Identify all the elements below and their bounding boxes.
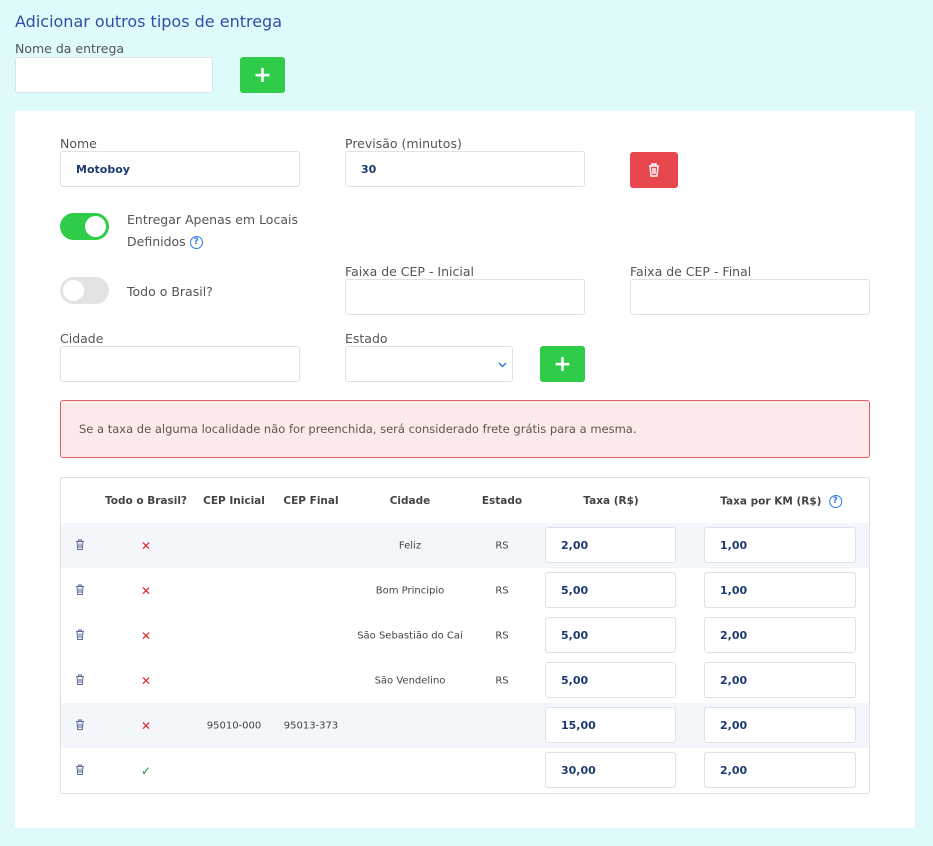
- col-estado: Estado: [481, 495, 523, 507]
- apenas-locais-toggle[interactable]: [60, 213, 109, 240]
- cep-inicial: 95010-000: [206, 720, 262, 731]
- delivery-name-input[interactable]: [15, 57, 213, 93]
- todo-brasil-status: ✕: [140, 583, 152, 598]
- cidade-input[interactable]: [60, 346, 300, 382]
- trash-icon[interactable]: [75, 764, 85, 778]
- table-row: ✕ 95010-000 95013-373 15,00 2,00: [61, 703, 869, 748]
- taxa-km-input[interactable]: 2,00: [704, 752, 856, 788]
- cidade: São Vendelino: [374, 675, 446, 686]
- col-cep-final: CEP Final: [283, 495, 339, 507]
- todo-brasil-toggle[interactable]: [60, 277, 109, 304]
- todo-brasil-status: ✓: [140, 763, 152, 778]
- col-taxa-km: Taxa por KM (R$) ?: [720, 495, 842, 508]
- cidade: Bom Principio: [375, 585, 445, 596]
- col-taxa: Taxa (R$): [583, 495, 639, 507]
- taxa-input[interactable]: 30,00: [545, 752, 676, 788]
- add-location-button[interactable]: +: [540, 346, 585, 382]
- cep-inicial-label: Faixa de CEP - Inicial: [345, 264, 474, 279]
- estado: RS: [495, 585, 509, 596]
- taxa-input[interactable]: 15,00: [545, 707, 676, 743]
- col-cidade: Cidade: [389, 495, 431, 507]
- cidade: Feliz: [398, 540, 422, 551]
- taxa-km-input[interactable]: 1,00: [704, 572, 856, 608]
- taxa-input[interactable]: 2,00: [545, 527, 676, 563]
- taxa-km-input[interactable]: 2,00: [704, 662, 856, 698]
- taxa-km-input[interactable]: 2,00: [704, 617, 856, 653]
- cidade-label: Cidade: [60, 331, 104, 346]
- trash-icon[interactable]: [75, 629, 85, 643]
- apenas-locais-label-2: Definidos: [127, 234, 186, 249]
- estado: RS: [495, 540, 509, 551]
- table-row: ✕ Feliz RS 2,00 1,00: [61, 523, 869, 568]
- apenas-locais-label: Entregar Apenas em Locais: [127, 212, 298, 227]
- help-icon[interactable]: ?: [189, 236, 203, 249]
- todo-brasil-status: ✕: [140, 628, 152, 643]
- nome-input[interactable]: Motoboy: [60, 151, 300, 187]
- locations-table: Todo o Brasil? CEP Inicial CEP Final Cid…: [60, 477, 870, 794]
- taxa-km-input[interactable]: 2,00: [704, 707, 856, 743]
- chevron-down-icon: [498, 362, 507, 368]
- estado: RS: [495, 630, 509, 641]
- delivery-name-label: Nome da entrega: [15, 41, 125, 56]
- table-row: ✕ São Sebastião do Caí RS 5,00 2,00: [61, 613, 869, 658]
- table-row: ✕ Bom Principio RS 5,00 1,00: [61, 568, 869, 613]
- cep-final-input[interactable]: [630, 279, 870, 315]
- trash-icon: [649, 163, 659, 177]
- add-delivery-button[interactable]: +: [240, 57, 285, 93]
- delete-delivery-button[interactable]: [630, 152, 678, 188]
- col-cep-inicial: CEP Inicial: [203, 495, 265, 507]
- taxa-input[interactable]: 5,00: [545, 662, 676, 698]
- estado-label: Estado: [345, 331, 388, 346]
- table-row: ✕ São Vendelino RS 5,00 2,00: [61, 658, 869, 703]
- trash-icon[interactable]: [75, 539, 85, 553]
- nome-label: Nome: [60, 136, 97, 151]
- taxa-km-input[interactable]: 1,00: [704, 527, 856, 563]
- help-icon[interactable]: ?: [828, 495, 842, 508]
- previsao-input[interactable]: 30: [345, 151, 585, 187]
- cep-final-label: Faixa de CEP - Final: [630, 264, 752, 279]
- cidade: São Sebastião do Caí: [357, 630, 463, 641]
- estado-select[interactable]: [345, 346, 513, 382]
- page-title: Adicionar outros tipos de entrega: [15, 12, 283, 31]
- table-row: ✓ 30,00 2,00: [61, 748, 869, 793]
- free-shipping-alert: Se a taxa de alguma localidade não for p…: [60, 400, 870, 458]
- estado: RS: [495, 675, 509, 686]
- taxa-input[interactable]: 5,00: [545, 617, 676, 653]
- trash-icon[interactable]: [75, 719, 85, 733]
- trash-icon[interactable]: [75, 584, 85, 598]
- todo-brasil-status: ✕: [140, 673, 152, 688]
- todo-brasil-status: ✕: [140, 538, 152, 553]
- previsao-label: Previsão (minutos): [345, 136, 462, 151]
- col-todo-brasil: Todo o Brasil?: [104, 495, 188, 507]
- todo-brasil-status: ✕: [140, 718, 152, 733]
- todo-brasil-label: Todo o Brasil?: [127, 284, 213, 299]
- cep-inicial-input[interactable]: [345, 279, 585, 315]
- taxa-input[interactable]: 5,00: [545, 572, 676, 608]
- trash-icon[interactable]: [75, 674, 85, 688]
- cep-final: 95013-373: [283, 720, 339, 731]
